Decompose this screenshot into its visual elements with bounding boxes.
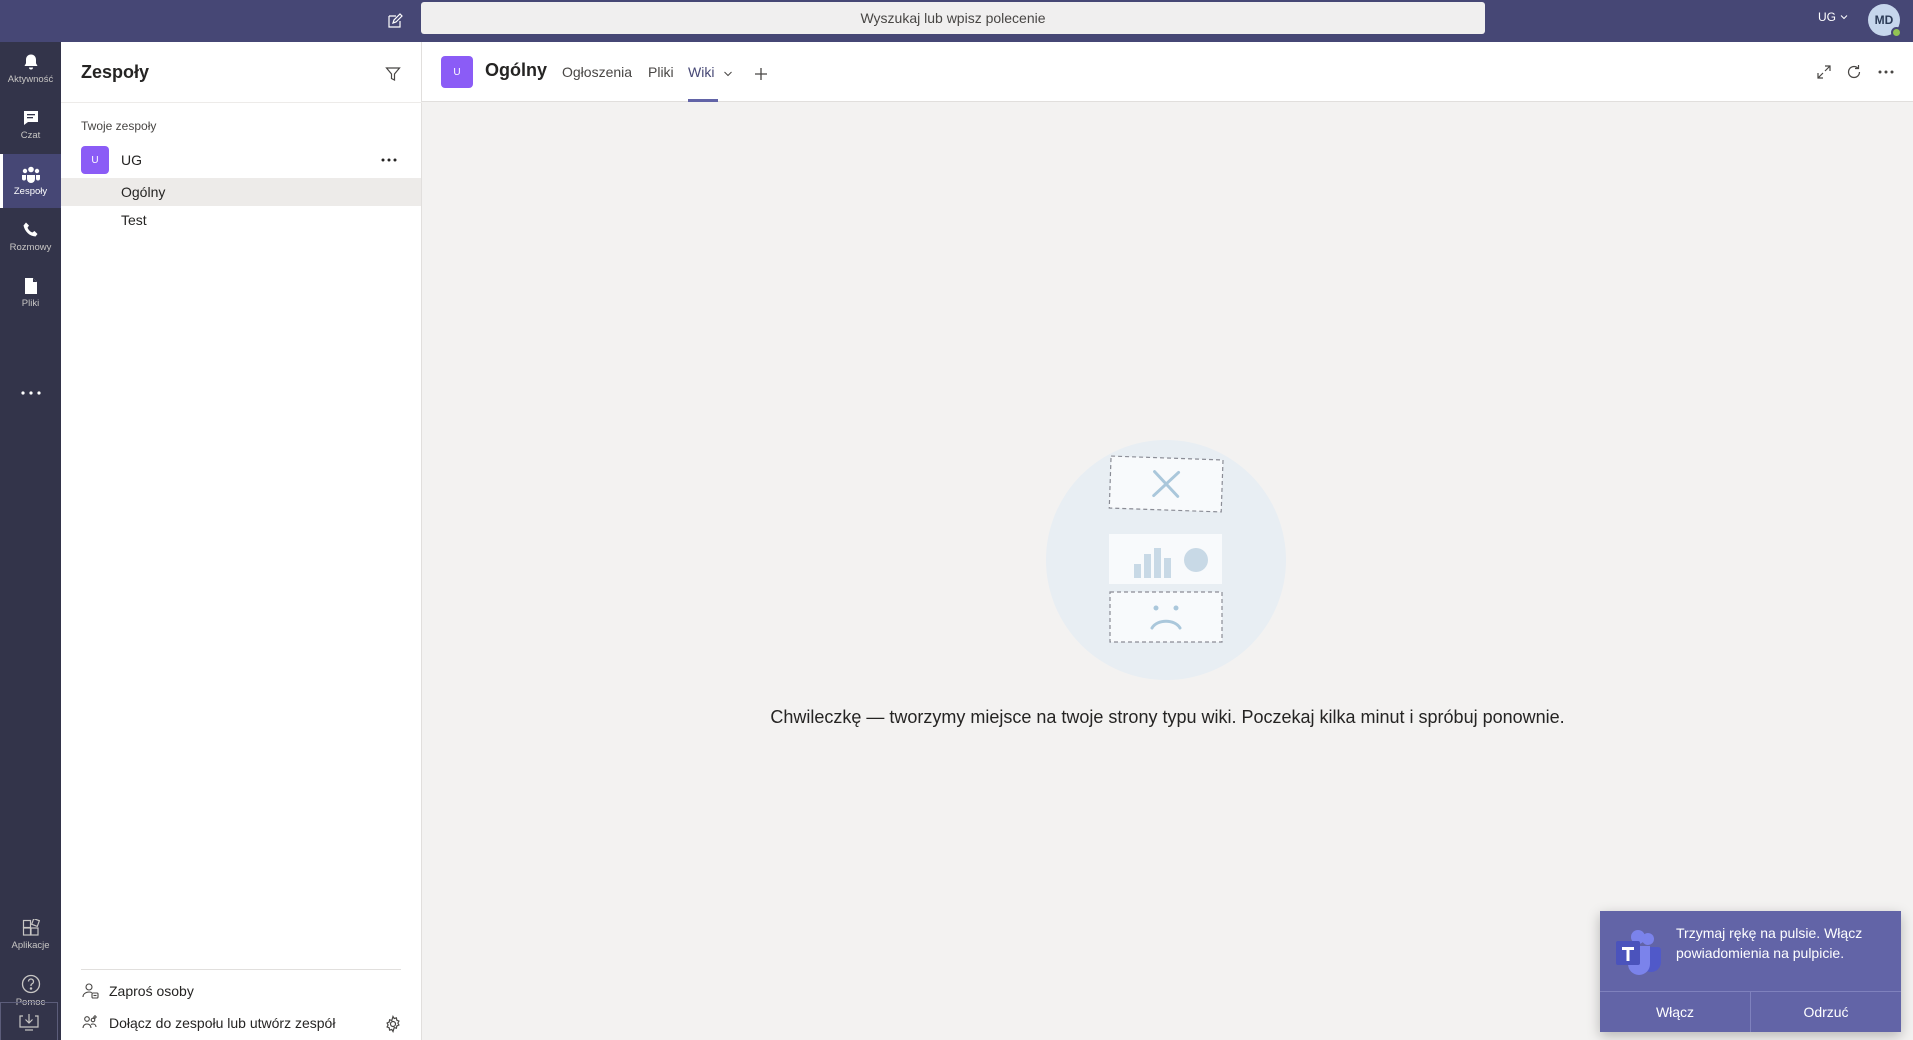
filter-button[interactable]	[381, 62, 405, 86]
notification-toast: Trzymaj rękę na pulsie. Włącz powiadomie…	[1600, 911, 1901, 1032]
compose-icon	[388, 13, 403, 28]
plus-icon	[755, 68, 767, 80]
team-more-button[interactable]	[377, 148, 401, 172]
avatar-initials: MD	[1874, 13, 1894, 27]
rail-label: Aplikacje	[11, 940, 50, 951]
active-tab-indicator	[688, 99, 718, 102]
empty-state-message: Chwileczkę — tworzymy miejsce na twoje s…	[770, 707, 1565, 727]
teams-panel: Zespoły Twoje zespoły U UG Ogólny Test Z…	[61, 42, 422, 1040]
channel-item-test[interactable]: Test	[61, 206, 421, 234]
rail-item-calls[interactable]: Rozmowy	[0, 210, 61, 264]
apps-icon	[22, 919, 40, 936]
footer-divider	[81, 969, 401, 970]
app-rail: Aktywność Czat Zespoły Rozmowy Pliki Apl…	[0, 42, 61, 1040]
gear-icon	[386, 1015, 400, 1033]
team-item-ug[interactable]: U UG	[61, 143, 422, 177]
join-team-icon	[82, 1015, 97, 1029]
tenant-label: UG	[1818, 10, 1836, 24]
rail-label: Rozmowy	[9, 242, 52, 253]
rail-item-files[interactable]: Pliki	[0, 266, 61, 320]
user-avatar[interactable]: MD	[1868, 4, 1902, 38]
search-box[interactable]	[421, 2, 1485, 34]
refresh-button[interactable]	[1842, 60, 1866, 84]
download-icon	[19, 1014, 39, 1031]
toast-actions: Włącz Odrzuć	[1600, 991, 1901, 1032]
join-create-team-button[interactable]: Dołącz do zespołu lub utwórz zespół	[81, 1010, 335, 1036]
panel-divider	[61, 102, 422, 103]
presence-indicator	[1891, 27, 1902, 38]
rail-item-activity[interactable]: Aktywność	[0, 42, 61, 96]
chevron-down-icon	[1840, 15, 1848, 20]
channel-header: U Ogólny Ogłoszenia Pliki Wiki	[422, 42, 1913, 102]
channel-title: Ogólny	[485, 60, 547, 80]
add-person-icon	[82, 983, 99, 999]
more-horizontal-icon	[20, 391, 41, 395]
download-desktop-button[interactable]	[0, 1002, 58, 1040]
search-input[interactable]	[421, 2, 1485, 34]
enable-notifications-button[interactable]: Włącz	[1600, 992, 1750, 1032]
tenant-switcher[interactable]: UG	[1818, 10, 1848, 24]
rail-label: Pliki	[21, 298, 40, 309]
invite-label: Zaproś osoby	[109, 983, 194, 999]
team-name: UG	[121, 152, 142, 168]
rail-item-chat[interactable]: Czat	[0, 98, 61, 152]
teams-logo-icon	[1614, 927, 1664, 977]
rail-item-apps[interactable]: Aplikacje	[0, 908, 61, 962]
chevron-down-icon	[724, 71, 732, 77]
join-label: Dołącz do zespołu lub utwórz zespół	[109, 1015, 336, 1031]
bell-icon	[24, 54, 37, 70]
chat-icon	[23, 111, 38, 125]
rail-label: Czat	[20, 130, 41, 141]
section-label: Twoje zespoły	[81, 119, 157, 133]
settings-button[interactable]	[381, 1012, 405, 1036]
add-tab-button[interactable]	[749, 62, 773, 86]
filter-icon	[385, 67, 401, 81]
teams-icon	[21, 166, 40, 183]
wiki-unavailable-illustration	[1046, 440, 1286, 680]
tab-label: Ogłoszenia	[562, 64, 633, 80]
rail-label: Aktywność	[7, 74, 54, 85]
tab-files[interactable]: Pliki	[648, 64, 674, 102]
phone-icon	[23, 222, 37, 237]
team-avatar: U	[81, 146, 109, 174]
file-icon	[24, 278, 37, 294]
more-horizontal-icon	[381, 158, 397, 162]
tab-label: Pliki	[648, 64, 674, 80]
channel-item-general[interactable]: Ogólny	[61, 178, 421, 206]
rail-more-button[interactable]	[0, 366, 61, 420]
rail-item-teams[interactable]: Zespoły	[0, 154, 61, 208]
rail-label: Zespoły	[13, 186, 48, 197]
more-horizontal-icon	[1878, 70, 1894, 74]
tab-options-button[interactable]	[723, 66, 733, 84]
tab-wiki[interactable]: Wiki	[688, 64, 718, 102]
panel-title: Zespoły	[81, 62, 150, 82]
more-options-button[interactable]	[1874, 60, 1898, 84]
main-content: U Ogólny Ogłoszenia Pliki Wiki Chwileczk…	[422, 42, 1913, 1040]
refresh-icon	[1847, 65, 1861, 79]
dismiss-button[interactable]: Odrzuć	[1750, 992, 1901, 1032]
expand-icon	[1817, 65, 1831, 79]
compose-button[interactable]	[382, 8, 408, 34]
top-bar: UG MD	[0, 0, 1913, 42]
channel-name: Ogólny	[121, 184, 166, 200]
channel-team-avatar: U	[441, 56, 473, 88]
toast-message: Trzymaj rękę na pulsie. Włącz powiadomie…	[1676, 925, 1863, 961]
channel-name: Test	[121, 212, 147, 228]
tab-announcements[interactable]: Ogłoszenia	[562, 64, 632, 102]
help-icon	[21, 974, 40, 994]
expand-button[interactable]	[1812, 60, 1836, 84]
tab-label: Wiki	[688, 64, 715, 80]
invite-people-button[interactable]: Zaproś osoby	[81, 978, 194, 1004]
